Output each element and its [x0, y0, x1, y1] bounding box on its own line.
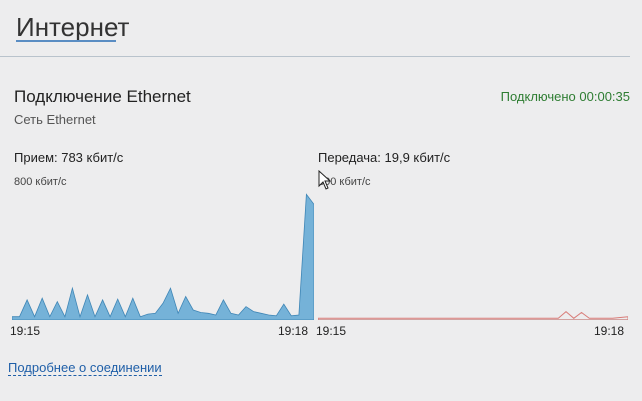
receive-time-start: 19:15 — [10, 324, 41, 338]
transmit-graph — [318, 186, 628, 320]
receive-series — [12, 193, 314, 320]
connection-details-link[interactable]: Подробнее о соединении — [8, 360, 162, 376]
mouse-cursor-icon — [318, 169, 332, 190]
transmit-series — [318, 310, 628, 320]
header-divider — [0, 56, 630, 57]
receive-graph — [12, 186, 314, 320]
transmit-rate-label: Передача: 19,9 кбит/с — [318, 150, 451, 165]
page-title-underline — [16, 40, 116, 42]
connection-name: Подключение Ethernet — [14, 87, 191, 106]
transmit-time-end: 19:18 — [594, 324, 625, 338]
transmit-time-start: 19:15 — [316, 324, 347, 338]
receive-rate-label: Прием: 783 кбит/с — [14, 150, 124, 165]
page-title: Интернет — [16, 12, 130, 42]
connection-status: Подключено 00:00:35 — [500, 89, 630, 104]
receive-time-end: 19:18 — [278, 324, 309, 338]
connection-network: Сеть Ethernet — [14, 112, 96, 127]
